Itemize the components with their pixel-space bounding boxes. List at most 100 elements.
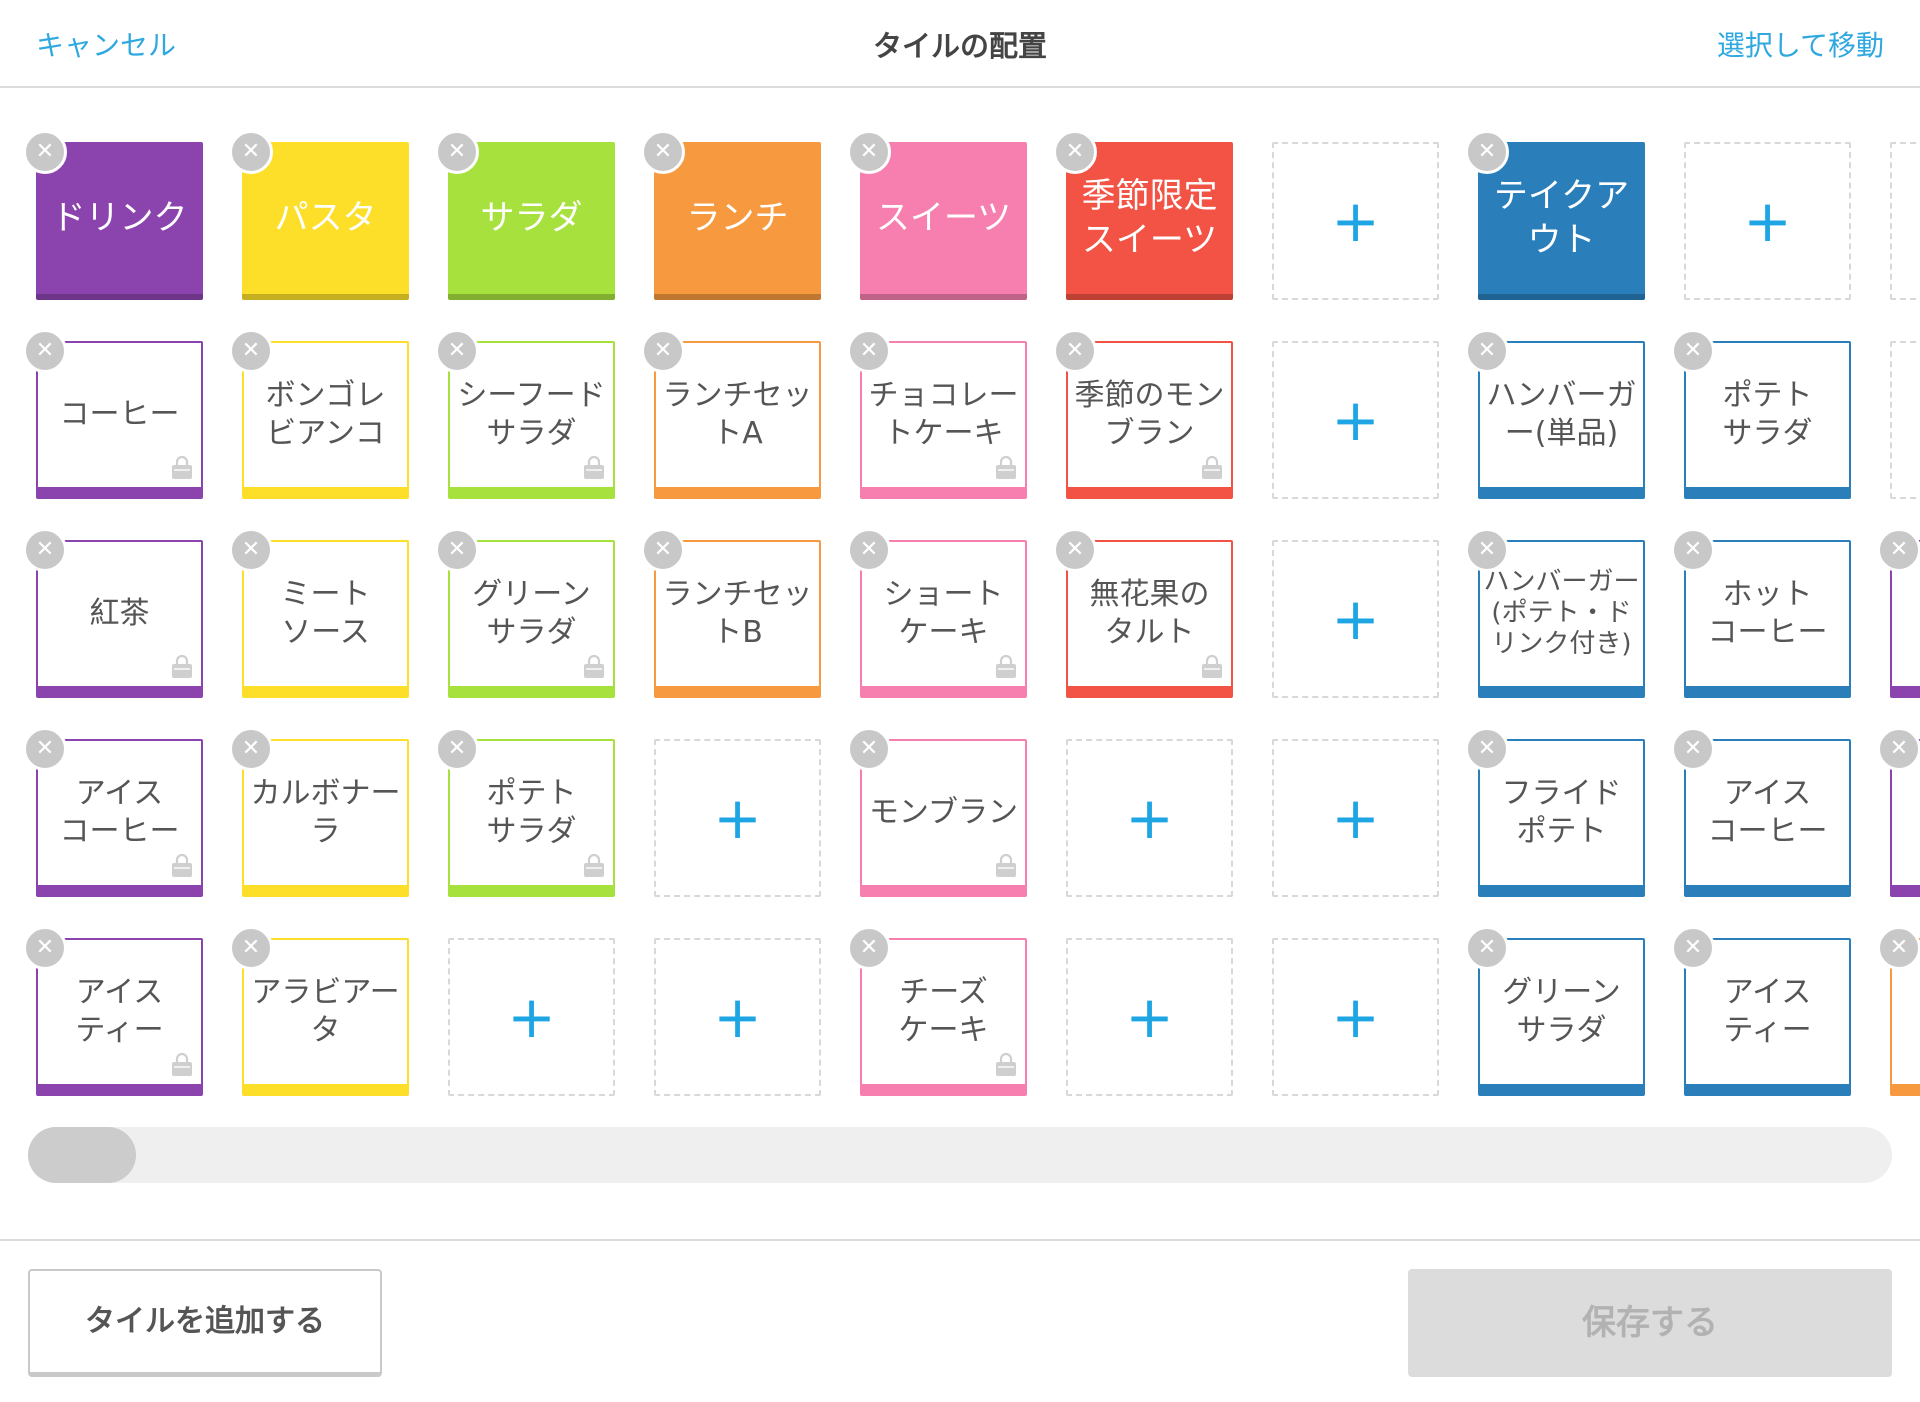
add-slot[interactable]: + bbox=[1272, 142, 1439, 300]
remove-tile-icon[interactable]: ✕ bbox=[23, 727, 67, 771]
takeout-bag-icon bbox=[169, 654, 195, 680]
plus-icon: + bbox=[1743, 187, 1792, 255]
plus-icon: + bbox=[507, 983, 556, 1051]
add-slot[interactable]: + bbox=[1272, 540, 1439, 698]
tile-label: コーヒー bbox=[59, 397, 180, 433]
plus-icon: + bbox=[1331, 784, 1380, 852]
tile-label: ミート ソース bbox=[280, 577, 371, 650]
remove-tile-icon[interactable]: ✕ bbox=[1877, 528, 1920, 572]
remove-tile-icon[interactable]: ✕ bbox=[847, 926, 891, 970]
add-slot[interactable]: + bbox=[654, 938, 821, 1096]
remove-tile-icon[interactable]: ✕ bbox=[847, 528, 891, 572]
horizontal-scrollbar[interactable] bbox=[28, 1127, 1892, 1183]
plus-icon: + bbox=[713, 784, 762, 852]
add-slot[interactable]: + bbox=[1272, 938, 1439, 1096]
tile-label: アイス コーヒー bbox=[59, 776, 180, 849]
tile-label: 季節のモン ブラン bbox=[1074, 378, 1225, 451]
remove-tile-icon[interactable]: ✕ bbox=[1671, 727, 1715, 771]
add-slot[interactable]: + bbox=[1890, 341, 1920, 499]
plus-icon: + bbox=[1331, 585, 1380, 653]
remove-tile-icon[interactable]: ✕ bbox=[229, 329, 273, 373]
add-slot[interactable]: + bbox=[654, 739, 821, 897]
tile-label: ホ シ bbox=[1892, 576, 1920, 652]
tile-label: ランチセッ トB bbox=[662, 577, 813, 650]
tile-label: テイクア ウト bbox=[1493, 175, 1630, 260]
tile-label: サラダ bbox=[480, 197, 583, 238]
tile-label: パスタ bbox=[274, 197, 377, 238]
takeout-bag-icon bbox=[993, 1052, 1019, 1078]
tile-label: ハンバーガー (ポテト・ド リンク付き) bbox=[1483, 567, 1640, 660]
add-slot[interactable]: + bbox=[1272, 341, 1439, 499]
remove-tile-icon[interactable]: ✕ bbox=[23, 329, 67, 373]
add-slot[interactable]: + bbox=[1890, 142, 1920, 300]
add-slot[interactable]: + bbox=[1066, 938, 1233, 1096]
remove-tile-icon[interactable]: ✕ bbox=[435, 727, 479, 771]
remove-tile-icon[interactable]: ✕ bbox=[229, 926, 273, 970]
remove-tile-icon[interactable]: ✕ bbox=[1671, 528, 1715, 572]
remove-tile-icon[interactable]: ✕ bbox=[641, 130, 685, 174]
cancel-button[interactable]: キャンセル bbox=[36, 24, 176, 64]
tile-label: グリーン サラダ bbox=[1502, 975, 1621, 1048]
remove-tile-icon[interactable]: ✕ bbox=[1465, 926, 1509, 970]
takeout-bag-icon bbox=[993, 654, 1019, 680]
remove-tile-icon[interactable]: ✕ bbox=[229, 130, 273, 174]
takeout-bag-icon bbox=[581, 455, 607, 481]
plus-icon: + bbox=[1125, 784, 1174, 852]
remove-tile-icon[interactable]: ✕ bbox=[1671, 329, 1715, 373]
tile-grid: ✕ ドリンク ✕ パスタ ✕ サラダ ✕ ランチ ✕ スイーツ ✕ 季節限定 スイーツ + ✕ テイクア ウ… bbox=[0, 88, 1920, 1118]
remove-tile-icon[interactable]: ✕ bbox=[1877, 926, 1920, 970]
select-and-move-button[interactable]: 選択して移動 bbox=[1717, 24, 1884, 64]
remove-tile-icon[interactable]: ✕ bbox=[23, 528, 67, 572]
tile-label: ランチセッ トA bbox=[662, 378, 813, 451]
remove-tile-icon[interactable]: ✕ bbox=[1465, 130, 1509, 174]
tile-label: ハンバーガ ー(単品) bbox=[1486, 378, 1637, 451]
remove-tile-icon[interactable]: ✕ bbox=[1053, 130, 1097, 174]
remove-tile-icon[interactable]: ✕ bbox=[1053, 528, 1097, 572]
save-button: 保存する bbox=[1408, 1269, 1892, 1377]
tile-label: 本 タ bbox=[1892, 974, 1920, 1050]
remove-tile-icon[interactable]: ✕ bbox=[23, 130, 67, 174]
tile-label: フライド ポテト bbox=[1501, 776, 1622, 849]
tile-label: ポテト サラダ bbox=[486, 776, 577, 849]
tile-label: 季節限定 スイーツ bbox=[1081, 175, 1218, 260]
tile-label: チョコレー トケーキ bbox=[868, 378, 1019, 451]
remove-tile-icon[interactable]: ✕ bbox=[847, 329, 891, 373]
remove-tile-icon[interactable]: ✕ bbox=[229, 727, 273, 771]
remove-tile-icon[interactable]: ✕ bbox=[435, 130, 479, 174]
remove-tile-icon[interactable]: ✕ bbox=[847, 130, 891, 174]
tile-label: モンブラン bbox=[868, 795, 1019, 831]
add-tile-button[interactable]: タイルを追加する bbox=[28, 1269, 382, 1377]
add-slot[interactable]: + bbox=[1066, 739, 1233, 897]
add-slot[interactable]: + bbox=[1272, 739, 1439, 897]
remove-tile-icon[interactable]: ✕ bbox=[1877, 727, 1920, 771]
remove-tile-icon[interactable]: ✕ bbox=[1671, 926, 1715, 970]
takeout-bag-icon bbox=[169, 1052, 195, 1078]
remove-tile-icon[interactable]: ✕ bbox=[1465, 528, 1509, 572]
tile-label: 無花果の タルト bbox=[1089, 577, 1210, 650]
plus-icon: + bbox=[1331, 983, 1380, 1051]
tile-label: カルボナー ラ bbox=[250, 776, 401, 849]
remove-tile-icon[interactable]: ✕ bbox=[23, 926, 67, 970]
takeout-bag-icon bbox=[169, 853, 195, 879]
remove-tile-icon[interactable]: ✕ bbox=[641, 528, 685, 572]
remove-tile-icon[interactable]: ✕ bbox=[1465, 727, 1509, 771]
remove-tile-icon[interactable]: ✕ bbox=[1053, 329, 1097, 373]
tile-label: シーフード サラダ bbox=[457, 378, 606, 451]
tile-label: 紅茶 bbox=[89, 596, 150, 632]
tile-label: チーズ ケーキ bbox=[898, 975, 989, 1048]
remove-tile-icon[interactable]: ✕ bbox=[847, 727, 891, 771]
tile-label: アイス コーヒー bbox=[1707, 776, 1828, 849]
remove-tile-icon[interactable]: ✕ bbox=[435, 528, 479, 572]
add-slot[interactable]: + bbox=[1684, 142, 1851, 300]
tile-label: ホット コーヒー bbox=[1707, 577, 1828, 650]
takeout-bag-icon bbox=[581, 654, 607, 680]
remove-tile-icon[interactable]: ✕ bbox=[435, 329, 479, 373]
plus-icon: + bbox=[713, 983, 762, 1051]
remove-tile-icon[interactable]: ✕ bbox=[229, 528, 273, 572]
add-slot[interactable]: + bbox=[448, 938, 615, 1096]
remove-tile-icon[interactable]: ✕ bbox=[1465, 329, 1509, 373]
plus-icon: + bbox=[1331, 386, 1380, 454]
remove-tile-icon[interactable]: ✕ bbox=[641, 329, 685, 373]
tile-label: ランチ bbox=[686, 197, 789, 238]
scrollbar-thumb[interactable] bbox=[28, 1127, 136, 1183]
